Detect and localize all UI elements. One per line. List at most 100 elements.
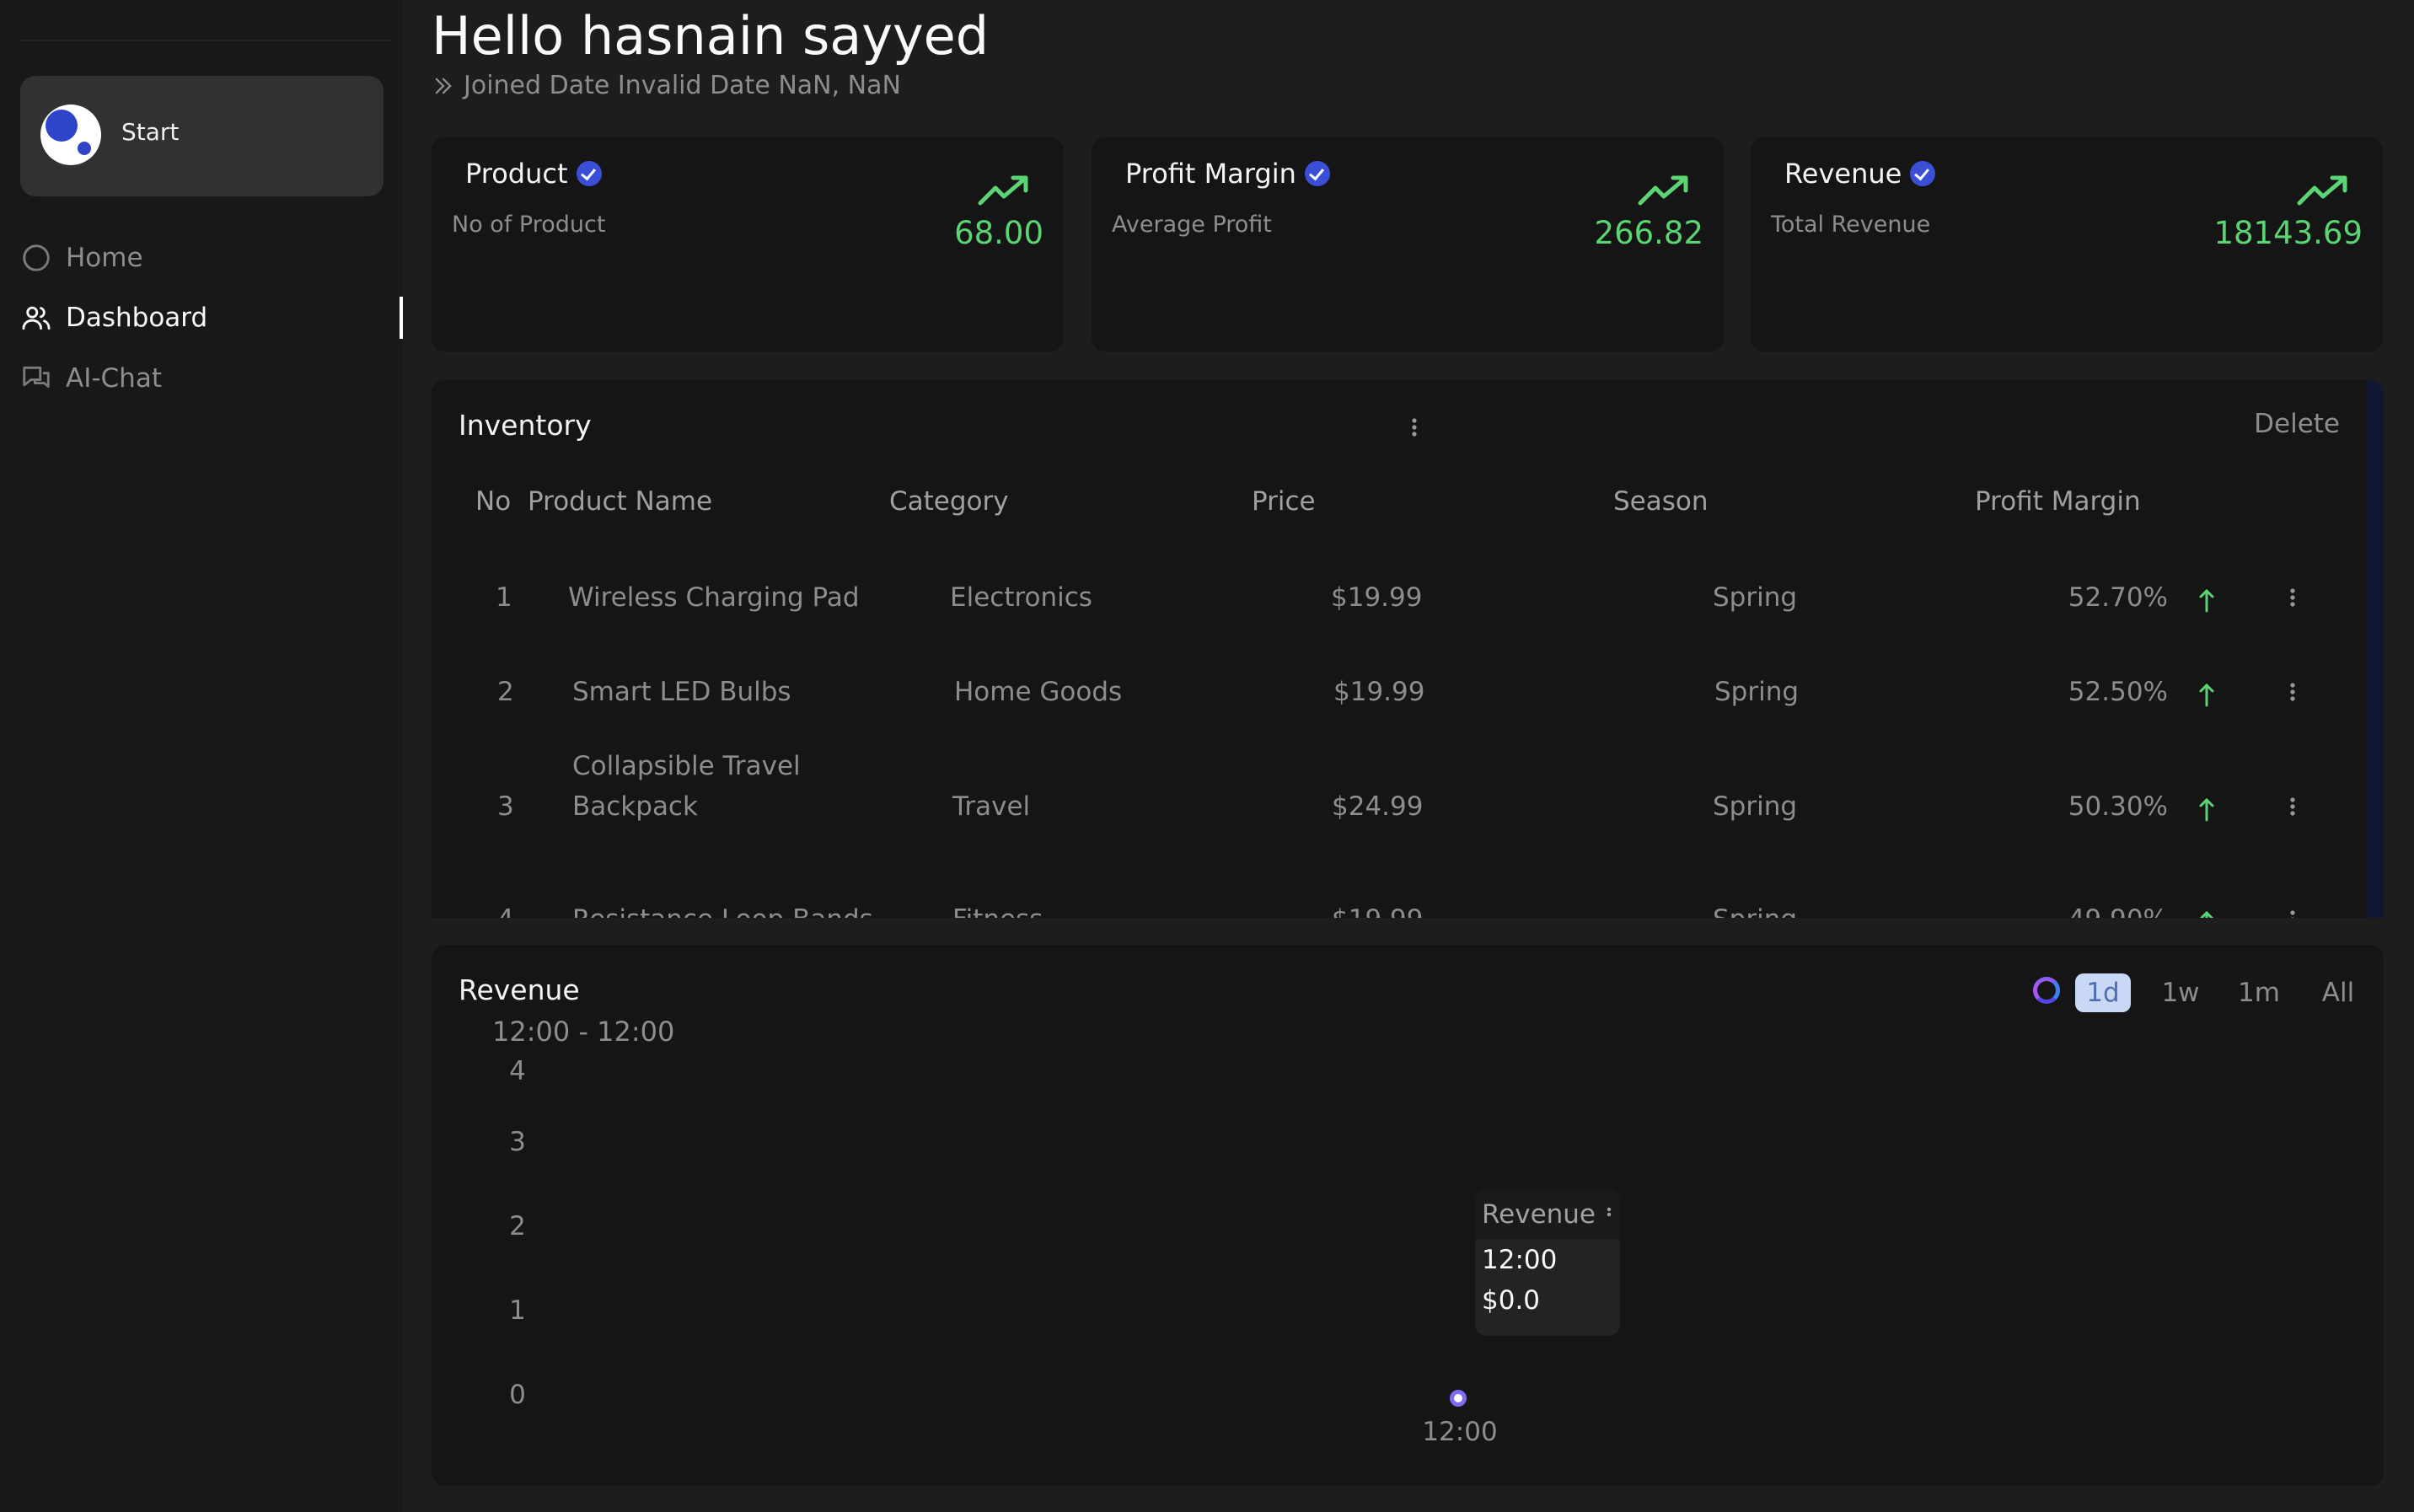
cell-product-name: Smart LED Bulbs: [572, 677, 791, 707]
sidebar-item-home[interactable]: Home: [20, 233, 143, 283]
column-header-category[interactable]: Category: [889, 486, 1009, 517]
cell-season: Spring: [1713, 899, 1797, 918]
joined-date: Joined Date Invalid Date NaN, NaN: [432, 71, 901, 100]
arrow-up-icon: [2199, 910, 2214, 918]
cell-profit-margin: 52.70%: [2068, 582, 2168, 613]
row-kebab-menu-icon[interactable]: [2289, 682, 2296, 702]
tooltip-value: $0.0: [1482, 1285, 1541, 1316]
cell-no: 2: [497, 677, 514, 707]
loading-ring-icon: [2033, 977, 2060, 1004]
cell-no: 3: [497, 791, 514, 822]
verified-icon: [576, 161, 602, 186]
y-tick-label: 0: [509, 1380, 526, 1410]
range-button-1m[interactable]: 1m: [2225, 973, 2293, 1012]
range-button-1w[interactable]: 1w: [2151, 973, 2210, 1012]
stat-card-revenue: Revenue Total Revenue 18143.69: [1751, 137, 2383, 351]
column-header-season[interactable]: Season: [1613, 486, 1709, 517]
cell-product-name: Wireless Charging Pad: [568, 582, 860, 613]
stat-title: Revenue: [1784, 158, 1936, 190]
column-header-price[interactable]: Price: [1252, 486, 1316, 517]
chart-tooltip: Revenue 12:00 $0.0: [1475, 1189, 1620, 1336]
sidebar-item-label: AI-Chat: [66, 363, 162, 394]
kebab-menu-icon: [1607, 1207, 1612, 1217]
page-title: Hello hasnain sayyed: [432, 5, 990, 67]
cell-product-name: Collapsible Travel Backpack: [572, 751, 801, 822]
kebab-menu-icon[interactable]: [1411, 417, 1418, 437]
cell-season: Spring: [1714, 677, 1800, 707]
start-label: Start: [121, 118, 180, 146]
sidebar-item-ai-chat[interactable]: AI-Chat: [20, 353, 162, 404]
cell-category: Home Goods: [954, 677, 1123, 707]
row-kebab-menu-icon[interactable]: [2289, 796, 2296, 817]
sidebar-item-label: Dashboard: [66, 303, 208, 333]
double-chevron-right-icon: [435, 78, 452, 94]
cell-product-name: Resistance Loop Bands: [572, 899, 873, 918]
joined-date-text: Joined Date Invalid Date NaN, NaN: [464, 71, 901, 100]
stat-subtitle: No of Product: [452, 212, 606, 238]
stat-title: Product: [465, 158, 602, 190]
cell-profit-margin: 49.90%: [2016, 899, 2168, 918]
stat-value: 18143.69: [2213, 215, 2363, 251]
stat-card-profit-margin: Profit Margin Average Profit 266.82: [1092, 137, 1724, 351]
stat-title-text: Product: [465, 158, 568, 190]
stat-title: Profit Margin: [1125, 158, 1330, 190]
users-icon: [22, 306, 51, 330]
chart-data-point[interactable]: [1450, 1390, 1467, 1407]
active-indicator: [400, 297, 403, 339]
sidebar-item-label: Home: [66, 243, 143, 273]
range-button-all[interactable]: All: [2306, 973, 2370, 1012]
stat-value: 266.82: [1594, 215, 1703, 251]
trending-up-icon: [2297, 175, 2347, 206]
column-header-product-name[interactable]: Product Name: [528, 486, 712, 517]
x-tick-label: 12:00: [1422, 1417, 1498, 1447]
moon-half-icon: [23, 244, 50, 271]
stat-subtitle: Average Profit: [1112, 212, 1272, 238]
app-logo-icon: [40, 105, 101, 165]
row-kebab-menu-icon[interactable]: [2289, 909, 2296, 918]
stat-value: 68.00: [954, 215, 1043, 251]
cell-price: $24.99: [1332, 791, 1424, 822]
start-button[interactable]: Start: [20, 76, 384, 196]
cell-category: Electronics: [950, 582, 1092, 613]
arrow-up-icon: [2199, 588, 2214, 613]
arrow-up-icon: [2199, 797, 2214, 822]
scrollbar[interactable]: [2367, 380, 2384, 918]
revenue-panel: Revenue 12:00 - 12:00 1d 1w 1m All 4 3 2…: [432, 945, 2384, 1486]
sidebar: Start Home Dashboard AI-Chat: [0, 0, 403, 1512]
cell-season: Spring: [1713, 791, 1798, 822]
row-kebab-menu-icon[interactable]: [2289, 587, 2296, 608]
stat-title-text: Revenue: [1784, 158, 1902, 190]
cell-season: Spring: [1713, 582, 1798, 613]
tooltip-header: Revenue: [1475, 1189, 1620, 1240]
delete-button[interactable]: Delete: [2254, 409, 2340, 439]
cell-category: Travel: [952, 791, 1031, 822]
sidebar-item-dashboard[interactable]: Dashboard: [20, 292, 207, 343]
tooltip-time: 12:00: [1482, 1245, 1558, 1275]
revenue-range-text: 12:00 - 12:00: [492, 1016, 675, 1048]
revenue-title: Revenue: [459, 973, 580, 1006]
trending-up-icon: [1638, 175, 1688, 206]
stat-card-product: Product No of Product 68.00: [432, 137, 1064, 351]
tooltip-title: Revenue: [1482, 1199, 1596, 1230]
inventory-title: Inventory: [459, 409, 592, 442]
column-header-no[interactable]: No: [475, 486, 511, 517]
column-header-profit-margin[interactable]: Profit Margin: [1975, 486, 2141, 517]
stat-subtitle: Total Revenue: [1771, 212, 1931, 238]
cell-no: 1: [496, 582, 512, 613]
y-tick-label: 3: [509, 1127, 526, 1157]
cell-price: $19.99: [1331, 582, 1423, 613]
y-tick-label: 4: [509, 1056, 526, 1086]
arrow-up-icon: [2199, 683, 2214, 707]
inventory-panel: Inventory Delete No Product Name Categor…: [432, 380, 2384, 918]
range-button-1d[interactable]: 1d: [2075, 973, 2131, 1012]
verified-icon: [1910, 161, 1936, 186]
verified-icon: [1304, 161, 1330, 186]
y-tick-label: 2: [509, 1211, 526, 1241]
y-tick-label: 1: [509, 1295, 526, 1326]
cell-price: $19.99: [1332, 899, 1423, 918]
trending-up-icon: [978, 175, 1028, 206]
cell-category: Fitness: [952, 899, 1043, 918]
cell-profit-margin: 52.50%: [2068, 677, 2168, 707]
cell-price: $19.99: [1333, 677, 1425, 707]
stat-title-text: Profit Margin: [1125, 158, 1296, 190]
